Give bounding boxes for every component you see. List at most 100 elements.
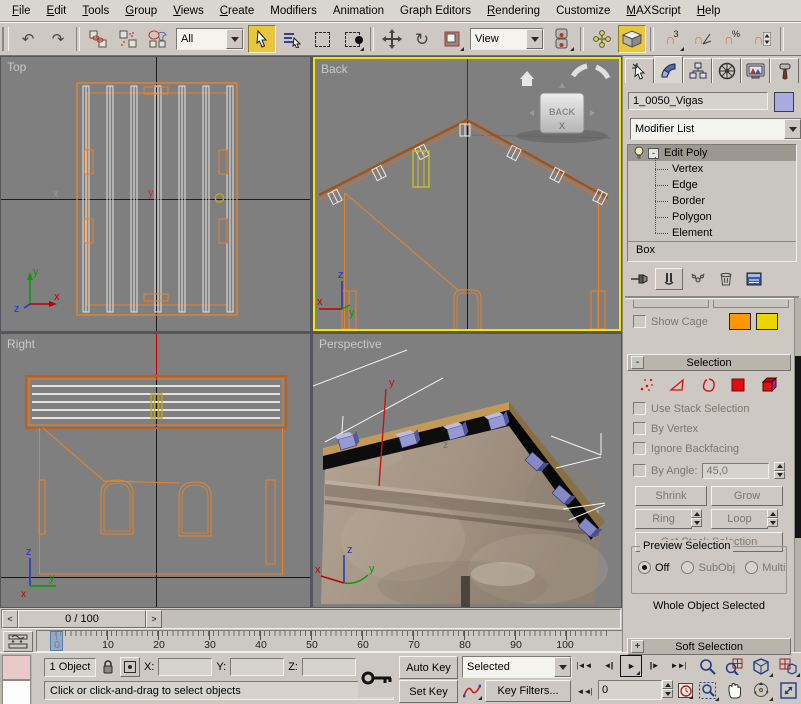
spinner-snap-button[interactable]: ∩ xyxy=(748,25,776,53)
menu-animation[interactable]: Animation xyxy=(325,3,392,19)
soft-selection-rollout-header[interactable]: + Soft Selection xyxy=(627,638,791,655)
key-filter-dropdown[interactable]: Selected xyxy=(462,656,572,678)
stack-item-box[interactable]: Box xyxy=(628,241,796,258)
element-sub-object-button[interactable] xyxy=(760,376,779,393)
menu-maxscript[interactable]: MAXScript xyxy=(618,3,688,19)
viewport-top[interactable]: Top xyxy=(1,57,310,331)
menu-group[interactable]: Group xyxy=(117,3,165,19)
selection-lock-toggle[interactable] xyxy=(100,660,116,674)
previous-frame-button[interactable]: ◄|| xyxy=(598,655,618,675)
by-vertex-checkbox[interactable] xyxy=(633,422,646,435)
unlink-selection-button[interactable] xyxy=(114,25,142,53)
viewport-back-active[interactable]: Back xyxy=(313,57,621,331)
panel-scrollbar-thumb[interactable] xyxy=(795,356,801,538)
menu-rendering[interactable]: Rendering xyxy=(479,3,548,19)
polygon-sub-object-button[interactable] xyxy=(730,377,747,393)
show-end-result-button[interactable] xyxy=(655,268,683,290)
angle-snap-button[interactable]: ∩ xyxy=(688,25,716,53)
select-object-button[interactable] xyxy=(248,25,276,53)
object-color-swatch[interactable] xyxy=(774,92,794,112)
modifier-list-dropdown[interactable]: Modifier List xyxy=(630,118,801,140)
current-frame-field[interactable] xyxy=(598,680,662,700)
set-key-button[interactable]: Set Key xyxy=(399,680,458,703)
dropdown-arrow-icon[interactable] xyxy=(784,119,801,139)
auto-key-button[interactable]: Auto Key xyxy=(399,656,458,679)
viewport-perspective[interactable]: Perspective xyxy=(313,334,621,607)
current-frame-input[interactable] xyxy=(599,681,661,699)
perspective-view-render[interactable]: y z z x y xyxy=(313,334,621,607)
select-and-scale-button[interactable] xyxy=(438,25,466,53)
next-frame-button[interactable]: ||► xyxy=(644,655,664,675)
stack-item-edit-poly[interactable]: - Edit Poly xyxy=(628,145,796,161)
stack-sub-element[interactable]: Element xyxy=(628,225,796,241)
y-coordinate-input[interactable] xyxy=(231,659,283,675)
show-cage-checkbox[interactable] xyxy=(633,315,646,328)
zoom-extents-all-button[interactable] xyxy=(775,655,801,678)
menu-tools[interactable]: Tools xyxy=(74,3,117,19)
stack-sub-vertex[interactable]: Vertex xyxy=(628,161,796,177)
cage-color-swatch[interactable] xyxy=(729,313,751,330)
partial-button[interactable] xyxy=(713,300,789,308)
preview-off-radio[interactable] xyxy=(638,561,651,574)
preview-subobj-radio[interactable] xyxy=(681,561,694,574)
rectangular-selection-region-button[interactable] xyxy=(308,25,336,53)
use-pivot-point-center-button[interactable] xyxy=(548,25,576,53)
x-coordinate-field[interactable] xyxy=(158,658,212,676)
zoom-all-button[interactable] xyxy=(721,655,747,678)
macro-recorder-pane[interactable] xyxy=(2,655,31,680)
dropdown-arrow-icon[interactable] xyxy=(526,29,543,49)
shrink-button[interactable]: Shrink xyxy=(635,486,707,506)
select-and-link-button[interactable] xyxy=(84,25,112,53)
menu-customize[interactable]: Customize xyxy=(548,3,618,19)
viewport-right[interactable]: Right xyxy=(1,334,310,607)
pan-button[interactable] xyxy=(721,679,747,702)
stack-sub-edge[interactable]: Edge xyxy=(628,177,796,193)
frame-spinner[interactable] xyxy=(662,680,673,698)
back-view-wireframe[interactable]: BACK X z x y xyxy=(315,59,619,329)
menu-file[interactable]: File xyxy=(4,3,39,19)
partial-button[interactable] xyxy=(633,300,709,308)
bind-to-space-warp-button[interactable] xyxy=(144,25,172,53)
previous-frame-arrow-button[interactable]: < xyxy=(2,610,18,628)
ring-spinner[interactable] xyxy=(691,509,702,527)
visibility-bulb-icon[interactable] xyxy=(633,146,645,160)
pin-stack-button[interactable] xyxy=(627,269,653,289)
select-and-manipulate-button[interactable] xyxy=(588,25,616,53)
expand-icon[interactable]: + xyxy=(631,640,644,653)
viewport-label[interactable]: Top xyxy=(7,60,26,74)
selection-rollout-header[interactable]: - Selection xyxy=(627,354,791,371)
default-in-out-tangents-button[interactable] xyxy=(461,680,483,701)
viewcube-rotate-right-icon[interactable] xyxy=(596,67,608,78)
vertex-sub-object-button[interactable] xyxy=(639,377,656,393)
ring-button[interactable]: Ring xyxy=(635,509,692,529)
tab-hierarchy[interactable] xyxy=(683,58,712,83)
select-by-name-button[interactable] xyxy=(278,25,306,53)
arc-rotate-button[interactable] xyxy=(748,679,774,702)
maximize-viewport-toggle-button[interactable] xyxy=(775,679,801,702)
by-angle-spinner[interactable] xyxy=(774,462,785,479)
grow-button[interactable]: Grow xyxy=(711,486,783,506)
border-sub-object-button[interactable] xyxy=(700,377,717,393)
menu-create[interactable]: Create xyxy=(212,3,263,19)
time-configuration-button[interactable] xyxy=(676,680,694,700)
object-name-field[interactable]: 1_0050_Vigas xyxy=(628,92,768,110)
selection-filter-dropdown[interactable]: All xyxy=(176,28,244,50)
stack-sub-polygon[interactable]: Polygon xyxy=(628,209,796,225)
go-to-end-button[interactable]: ►►| xyxy=(668,655,688,675)
select-and-move-button[interactable] xyxy=(378,25,406,53)
menu-views[interactable]: Views xyxy=(165,3,211,19)
tab-utilities[interactable] xyxy=(770,58,799,83)
edge-sub-object-button[interactable] xyxy=(669,377,686,393)
viewcube-home-icon[interactable] xyxy=(520,71,534,79)
by-angle-checkbox[interactable] xyxy=(633,464,646,477)
listener-pane[interactable] xyxy=(2,680,31,704)
open-mini-track-view-button[interactable] xyxy=(3,631,33,652)
viewport-label[interactable]: Right xyxy=(7,337,35,351)
current-frame-marker[interactable] xyxy=(50,631,63,651)
top-view-wireframe[interactable]: x y y x z xyxy=(1,57,310,331)
zoom-region-button[interactable] xyxy=(694,679,720,702)
loop-button[interactable]: Loop xyxy=(711,509,768,529)
viewcube-rotate-left-icon[interactable] xyxy=(573,66,587,76)
tab-display[interactable] xyxy=(741,58,770,83)
select-and-rotate-button[interactable]: ↻ xyxy=(408,25,436,53)
